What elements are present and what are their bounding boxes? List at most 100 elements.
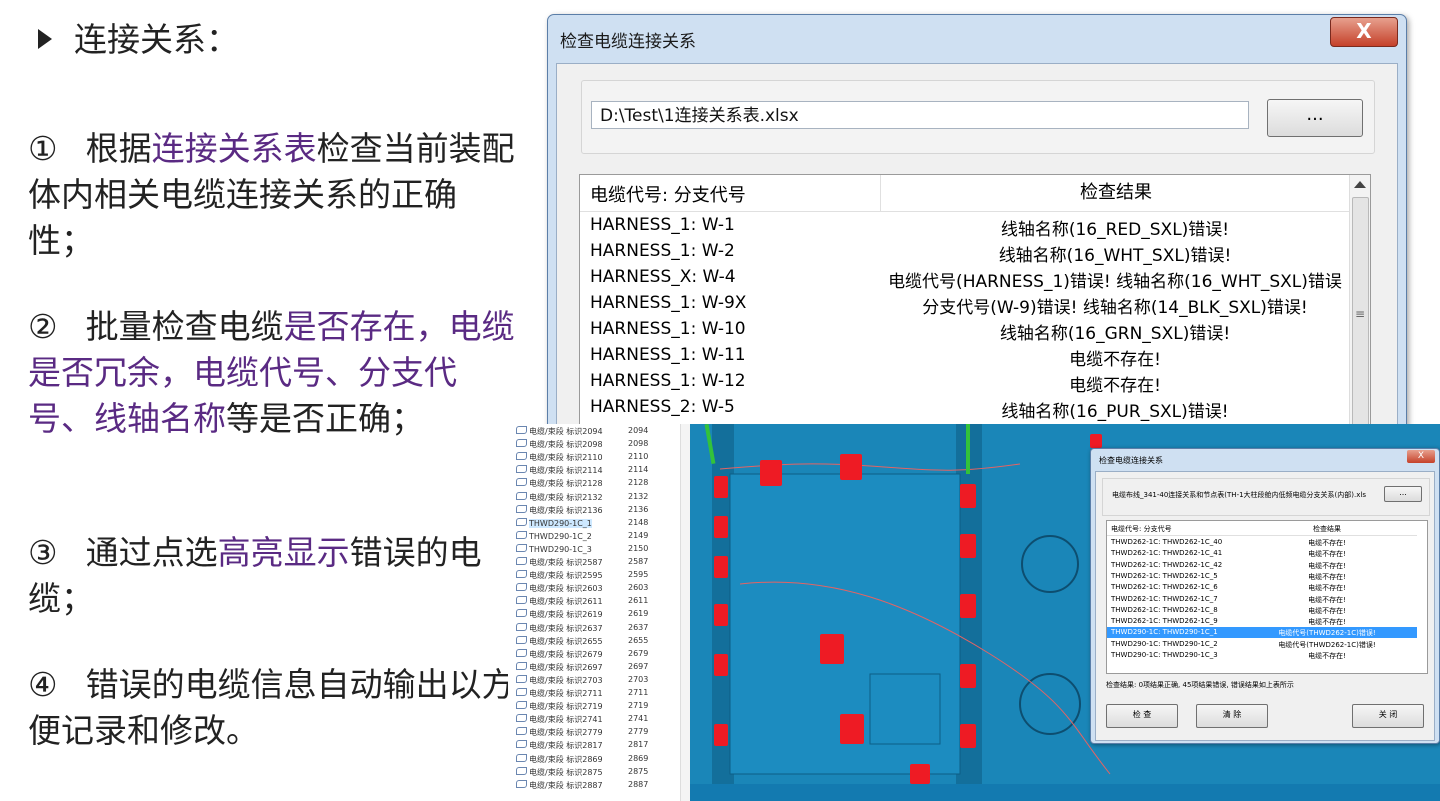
small-column-header-result[interactable]: 检查结果 — [1237, 524, 1417, 534]
table-row[interactable]: HARNESS_X: W-4 电缆代号(HARNESS_1)错误! 线轴名称(16… — [580, 265, 1350, 292]
tree-item[interactable]: 电缆/束段 标识2887 2887 — [516, 779, 648, 791]
cable-icon — [516, 557, 527, 565]
small-table-row[interactable]: THWD290-1C: THWD290-1C_3 电缆不存在! — [1107, 650, 1417, 661]
small-table-row[interactable]: THWD290-1C: THWD290-1C_2 电缆代号(THWD262-1C)… — [1107, 639, 1417, 650]
tree-item-id: 2114 — [628, 465, 649, 475]
tree-item[interactable]: 电缆/束段 标识2703 2703 — [516, 674, 648, 686]
table-row[interactable]: HARNESS_1: W-11 电缆不存在! — [580, 343, 1350, 370]
cable-icon — [516, 766, 527, 775]
small-table-row[interactable]: THWD262-1C: THWD262-1C_5 电缆不存在! — [1107, 571, 1417, 582]
connector-marker — [714, 556, 728, 578]
tree-item[interactable]: 电缆/束段 标识2655 2655 — [516, 635, 648, 647]
cable-icon — [516, 543, 527, 552]
connector-marker — [760, 460, 782, 486]
tree-item-label: 电缆/束段 标识2869 — [529, 754, 603, 764]
connector-marker — [1090, 434, 1102, 448]
tree-item-id: 2703 — [628, 674, 649, 684]
small-table-row[interactable]: THWD262-1C: THWD262-1C_8 电缆不存在! — [1107, 605, 1417, 616]
tree-item[interactable]: 电缆/束段 标识2136 2136 — [516, 504, 648, 516]
connector-marker — [714, 476, 728, 498]
small-table-row[interactable]: THWD262-1C: THWD262-1C_6 电缆不存在! — [1107, 582, 1417, 593]
tree-item[interactable]: 电缆/束段 标识2719 2719 — [516, 701, 648, 712]
small-table-row[interactable]: THWD290-1C: THWD290-1C_1 电缆代号(THWD262-1C)… — [1107, 627, 1417, 639]
tree-item-label: 电缆/束段 标识2697 — [529, 662, 603, 672]
small-table-row[interactable]: THWD262-1C: THWD262-1C_40 电缆不存在! — [1107, 537, 1417, 548]
table-row[interactable]: HARNESS_1: W-10 线轴名称(16_GRN_SXL)错误! — [580, 317, 1350, 344]
result-table: 电缆代号: 分支代号 检查结果 HARNESS_1: W-1 线轴名称(16_RE… — [579, 174, 1371, 438]
browse-button[interactable]: ... — [1267, 99, 1363, 137]
tree-item[interactable]: 电缆/束段 标识2132 2132 — [516, 491, 648, 503]
tree-item[interactable]: 电缆/束段 标识2098 2098 — [516, 439, 648, 450]
table-row[interactable]: HARNESS_2: W-5 线轴名称(16_PUR_SXL)错误! — [580, 395, 1350, 422]
cable-branch-cell: THWD262-1C: THWD262-1C_5 — [1111, 571, 1218, 580]
tree-item[interactable]: 电缆/束段 标识2094 2094 — [516, 426, 648, 437]
tree-item-id: 2603 — [628, 583, 649, 593]
small-table-row[interactable]: THWD262-1C: THWD262-1C_9 电缆不存在! — [1107, 616, 1417, 627]
check-result-cell: 电缆代号(THWD262-1C)错误! — [1278, 629, 1376, 638]
clear-button[interactable]: 清 除 — [1196, 704, 1268, 728]
tree-item[interactable]: THWD290-1C_1 2148 — [516, 517, 648, 528]
tree-item[interactable]: 电缆/束段 标识2711 2711 — [516, 688, 648, 699]
scroll-up-icon[interactable] — [1354, 181, 1366, 188]
close-dialog-button[interactable]: 关 闭 — [1352, 704, 1424, 728]
tree-item[interactable]: 电缆/束段 标识2128 2128 — [516, 478, 648, 489]
connector-marker — [960, 664, 976, 688]
column-header-cable[interactable]: 电缆代号: 分支代号 — [590, 181, 746, 207]
tree-item[interactable]: 电缆/束段 标识2875 2875 — [516, 766, 648, 778]
cable-branch-cell: THWD290-1C: THWD290-1C_3 — [1111, 651, 1218, 659]
tree-item[interactable]: THWD290-1C_2 2149 — [516, 530, 648, 541]
tree-item[interactable]: 电缆/束段 标识2587 2587 — [516, 557, 648, 568]
tree-item-label: 电缆/束段 标识2619 — [529, 610, 603, 620]
connector-marker — [910, 764, 930, 784]
close-button[interactable]: X — [1330, 17, 1398, 47]
tree-item[interactable]: 电缆/束段 标识2619 2619 — [516, 609, 648, 620]
tree-item-id: 2637 — [628, 622, 649, 632]
check-result-cell: 电缆不存在! — [1308, 618, 1346, 627]
table-row[interactable]: HARNESS_1: W-1 线轴名称(16_RED_SXL)错误! — [580, 213, 1350, 240]
vertical-scrollbar[interactable]: ≡ — [1349, 175, 1370, 437]
small-file-path[interactable]: 电缆布线_341-40连接关系和节点表(TH-1大柱段舱内低频电缆分支关系(内部… — [1112, 490, 1366, 500]
table-header: 电缆代号: 分支代号 检查结果 — [580, 175, 1350, 212]
tree-item-id: 2094 — [628, 426, 649, 435]
tree-item-id: 2779 — [628, 727, 649, 737]
tree-item[interactable]: 电缆/束段 标识2817 2817 — [516, 740, 648, 751]
column-header-result[interactable]: 检查结果 — [880, 175, 1351, 211]
small-result-table: 电缆代号: 分支代号 检查结果 THWD262-1C: THWD262-1C_4… — [1106, 520, 1428, 674]
table-row[interactable]: HARNESS_1: W-2 线轴名称(16_WHT_SXL)错误! — [580, 239, 1350, 266]
table-row[interactable]: HARNESS_1: W-12 电缆不存在! — [580, 369, 1350, 396]
tree-item[interactable]: 电缆/束段 标识2741 2741 — [516, 714, 648, 725]
small-table-row[interactable]: THWD262-1C: THWD262-1C_7 电缆不存在! — [1107, 594, 1417, 605]
small-table-row[interactable]: THWD262-1C: THWD262-1C_42 电缆不存在! — [1107, 560, 1417, 571]
tree-item-id: 2655 — [628, 635, 649, 645]
tree-item-id: 2869 — [628, 753, 649, 763]
check-button[interactable]: 检 查 — [1106, 704, 1178, 728]
tree-item[interactable]: 电缆/束段 标识2611 2611 — [516, 596, 648, 607]
tree-item[interactable]: 电缆/束段 标识2869 2869 — [516, 753, 648, 765]
tree-item-id: 2817 — [628, 740, 649, 750]
cable-icon — [516, 661, 527, 670]
tree-item[interactable]: 电缆/束段 标识2779 2779 — [516, 727, 648, 738]
tree-item[interactable]: 电缆/束段 标识2679 2679 — [516, 648, 648, 660]
tree-item-id: 2719 — [628, 701, 649, 711]
cable-icon — [516, 740, 527, 749]
small-table-row[interactable]: THWD262-1C: THWD262-1C_41 电缆不存在! — [1107, 548, 1417, 559]
small-dialog-title: 检查电缆连接关系 — [1099, 456, 1163, 465]
tree-item[interactable]: 电缆/束段 标识2110 2110 — [516, 452, 648, 463]
cable-branch-cell: THWD290-1C: THWD290-1C_2 — [1111, 639, 1218, 648]
file-path-input[interactable]: D:\Test\1连接关系表.xlsx — [591, 101, 1249, 129]
tree-item[interactable]: 电缆/束段 标识2697 2697 — [516, 661, 648, 673]
small-browse-button[interactable]: ... — [1384, 486, 1422, 502]
tree-item[interactable]: THWD290-1C_3 2150 — [516, 543, 648, 554]
tree-item[interactable]: 电缆/束段 标识2603 2603 — [516, 583, 648, 594]
cable-icon — [516, 439, 527, 448]
connector-marker — [960, 484, 976, 508]
tree-item-label: 电缆/束段 标识2587 — [529, 558, 603, 567]
small-close-button[interactable]: X — [1407, 450, 1435, 463]
tree-item[interactable]: 电缆/束段 标识2637 2637 — [516, 622, 648, 634]
table-row[interactable]: HARNESS_1: W-9X 分支代号(W-9)错误! 线轴名称(14_BLK_… — [580, 291, 1350, 318]
dialog-title: 检查电缆连接关系 — [560, 32, 696, 52]
tree-item[interactable]: 电缆/束段 标识2595 2595 — [516, 570, 648, 581]
tree-item-id: 2619 — [628, 609, 649, 619]
small-column-header-cable[interactable]: 电缆代号: 分支代号 — [1111, 524, 1172, 534]
tree-item[interactable]: 电缆/束段 标识2114 2114 — [516, 465, 648, 476]
